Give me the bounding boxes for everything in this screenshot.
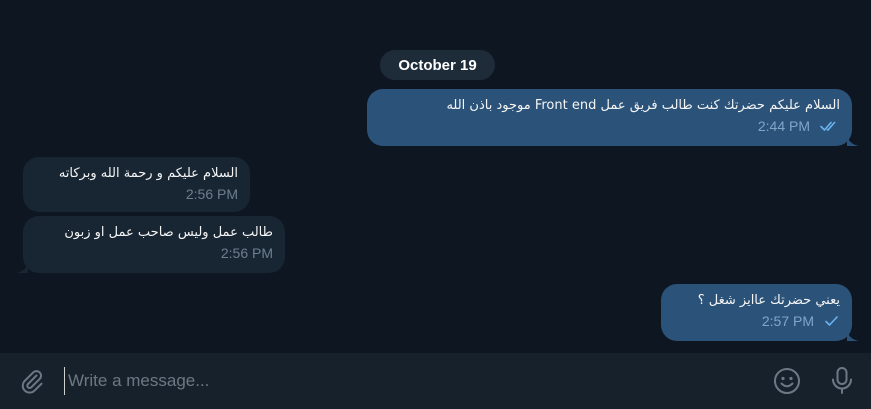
message-composer — [0, 353, 871, 409]
message-bubble-incoming[interactable]: السلام عليكم و رحمة الله وبركاته 2:56 PM — [23, 157, 250, 212]
microphone-icon[interactable] — [829, 366, 855, 396]
message-meta: 2:44 PM — [381, 117, 840, 135]
bubble-tail — [16, 261, 28, 273]
message-meta: 2:57 PM — [675, 312, 840, 330]
message-time: 2:56 PM — [220, 245, 273, 261]
message-bubble-outgoing[interactable]: يعني حضرتك عاايز شغل ؟ 2:57 PM — [661, 284, 859, 341]
message-text: طالب عمل وليس صاحب عمل او زبون — [64, 225, 273, 240]
message-text: السلام عليكم حضرتك كنت طالب فريق عمل Fro… — [446, 98, 840, 113]
message-bubble-incoming[interactable]: طالب عمل وليس صاحب عمل او زبون 2:56 PM — [16, 216, 285, 273]
bubble-tail — [847, 134, 859, 146]
message-time: 2:44 PM — [757, 118, 810, 134]
message-input[interactable] — [64, 367, 744, 395]
message-bubble-outgoing[interactable]: السلام عليكم حضرتك كنت طالب فريق عمل Fro… — [367, 89, 859, 146]
double-check-icon — [820, 120, 840, 132]
message-time: 2:56 PM — [185, 186, 238, 202]
message-meta: 2:56 PM — [37, 185, 238, 203]
message-text: يعني حضرتك عاايز شغل ؟ — [697, 293, 840, 308]
message-text: السلام عليكم و رحمة الله وبركاته — [58, 166, 238, 181]
check-icon — [824, 315, 840, 327]
message-time: 2:57 PM — [761, 313, 814, 329]
bubble-tail — [847, 329, 859, 341]
date-separator: October 19 — [380, 50, 495, 80]
chat-area: October 19 السلام عليكم حضرتك كنت طالب ف… — [0, 0, 871, 353]
message-meta: 2:56 PM — [37, 244, 273, 262]
paperclip-icon[interactable] — [18, 367, 46, 395]
emoji-icon[interactable] — [773, 367, 801, 395]
